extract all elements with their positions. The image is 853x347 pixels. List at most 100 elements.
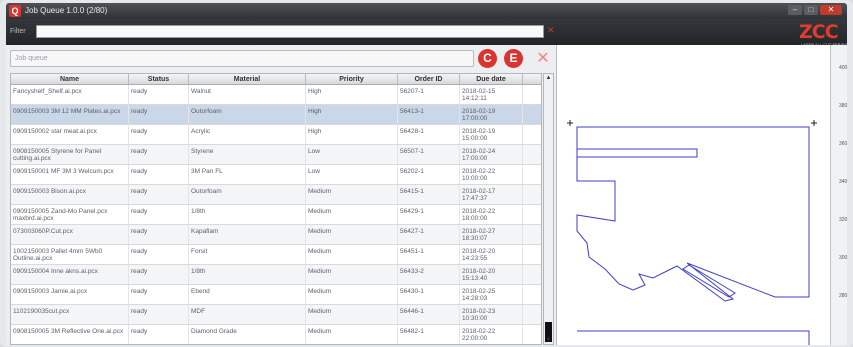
job-search-input[interactable]: Job queue (10, 50, 474, 67)
cell-order: 56446-1 (398, 305, 460, 324)
cell-name: 0909150004 Inne akns.ai.pcx (11, 265, 129, 284)
cell-order: 56202-1 (398, 165, 460, 184)
cell-priority: Medium (306, 245, 398, 264)
cell-name: 0909150002 star meat.ai.pcx (11, 125, 129, 144)
cut-path-preview (567, 120, 817, 345)
table-row[interactable]: 1002150003 Pallet 4mm 5Wb0 Outline.ai.pc… (11, 245, 541, 265)
filter-input[interactable] (36, 25, 544, 38)
slot-shape (576, 148, 698, 158)
table-row[interactable]: 0909150003 Jamie.ai.pcx ready Ebend Medium 5… (11, 285, 541, 305)
cell-material: MDF (189, 305, 306, 324)
table-scrollbar[interactable]: ▲ ▼ (543, 73, 554, 345)
close-button[interactable]: ✕ (820, 5, 842, 15)
minimize-button[interactable]: – (788, 5, 802, 15)
c-action-button[interactable]: C (478, 49, 497, 68)
cell-order: 56451-1 (398, 245, 460, 264)
app-window: Q Job Queue 1.0.0 (2/80) – □ ✕ Filter ✕ … (0, 0, 853, 347)
cell-priority: Medium (306, 205, 398, 224)
e-action-button[interactable]: E (504, 49, 523, 68)
cell-priority: Low (306, 165, 398, 184)
cell-status: ready (129, 185, 189, 204)
cell-material: Ebend (189, 285, 306, 304)
table-row[interactable]: 0908150005 3M Reflective One.ai.pcx ready… (11, 325, 541, 344)
job-list-panel: Job queue C E ✕ Name Status Material Pri… (6, 45, 556, 345)
cell-status: ready (129, 205, 189, 224)
cell-status: ready (129, 85, 189, 104)
cell-priority: Medium (306, 325, 398, 344)
cell-status: ready (129, 225, 189, 244)
cell-due: 2018-02-19 17:00:00 (460, 105, 523, 124)
column-header-name[interactable]: Name (11, 74, 129, 84)
cell-priority: High (306, 105, 398, 124)
ruler-label: 360 (839, 141, 848, 147)
filter-toolbar: Filter ✕ ZCC LASER ALL CUT SERIES (6, 19, 847, 47)
table-row[interactable]: 0909150002 star meat.ai.pcx ready Acrylic H… (11, 125, 541, 145)
cell-material: 1/8th (189, 265, 306, 284)
cell-order: 56415-1 (398, 185, 460, 204)
cell-due: 2018-02-20 14:23:55 (460, 245, 523, 264)
table-row[interactable]: Fancyshelf_Shelf.ai.pcx ready Walnut High 56… (11, 85, 541, 105)
cell-due: 2018-02-19 15:00:00 (460, 125, 523, 144)
column-header-material[interactable]: Material (189, 74, 306, 84)
column-header-order-id[interactable]: Order ID (398, 74, 460, 84)
maximize-button[interactable]: □ (804, 5, 818, 15)
job-table: Name Status Material Priority Order ID D… (10, 73, 542, 345)
ruler-label: 340 (839, 179, 848, 185)
cell-status: ready (129, 145, 189, 164)
cell-material: 3M Pan FL (189, 165, 306, 184)
cell-due: 2018-02-22 18:00:00 (460, 205, 523, 224)
cut-preview-panel: 400 380 360 340 320 300 280 (556, 45, 847, 345)
table-row[interactable]: 0909150003 3M 12 MM Plates.ai.pcx ready Ou… (11, 105, 541, 125)
cell-due: 2018-02-22 22:00:00 (460, 325, 523, 344)
cell-priority: Medium (306, 285, 398, 304)
cell-due: 2018-02-17 17:47:37 (460, 185, 523, 204)
table-row[interactable]: 073003060P.Cut.pcx ready Kapaflam Medium 564… (11, 225, 541, 245)
crosshair-left (567, 120, 573, 126)
cell-material: Acrylic (189, 125, 306, 144)
crosshair-right (811, 120, 817, 126)
cell-name: 1102190035cut.pcx (11, 305, 129, 324)
cell-priority: High (306, 125, 398, 144)
cell-status: ready (129, 105, 189, 124)
cell-due: 2018-02-15 14:12:11 (460, 85, 523, 104)
logo-text: ZCC (799, 21, 839, 43)
cell-due: 2018-02-27 18:30:07 (460, 225, 523, 244)
table-row[interactable]: 0908150005 Styrene for Panel cutting.ai.… (11, 145, 541, 165)
cell-name: 0908150005 Styrene for Panel cutting.ai.… (11, 145, 129, 164)
cell-material: Walnut (189, 85, 306, 104)
cell-name: Fancyshelf_Shelf.ai.pcx (11, 85, 129, 104)
cell-name: 1002150003 Pallet 4mm 5Wb0 Outline.ai.pc… (11, 245, 129, 264)
app-logo-icon: Q (9, 5, 21, 17)
cell-name: 0909150003 Bison.ai.pcx (11, 185, 129, 204)
ruler-label: 320 (839, 217, 848, 223)
cell-priority: High (306, 85, 398, 104)
table-row[interactable]: 0909150004 Inne akns.ai.pcx ready 1/8th Med… (11, 265, 541, 285)
cell-material: Kapaflam (189, 225, 306, 244)
cell-order: 56427-1 (398, 225, 460, 244)
table-row[interactable]: 0909150001 MF 3M 3 Welcum.pcx ready 3M Pan… (11, 165, 541, 185)
scroll-down-arrow-icon[interactable]: ▼ (544, 336, 553, 344)
vertical-ruler: 400 380 360 340 320 300 280 (830, 45, 847, 345)
cell-status: ready (129, 125, 189, 144)
cell-status: ready (129, 265, 189, 284)
cell-priority: Medium (306, 185, 398, 204)
table-row[interactable]: 0909150005 Zand-Mo Panel.pcx maxbrd.ai.p… (11, 205, 541, 225)
cell-material: Outorfoam (189, 105, 306, 124)
cell-priority: Medium (306, 225, 398, 244)
column-header-due-date[interactable]: Due date (460, 74, 523, 84)
cell-due: 2018-02-20 15:13:40 (460, 265, 523, 284)
column-header-priority[interactable]: Priority (306, 74, 398, 84)
table-row[interactable]: 0909150003 Bison.ai.pcx ready Outorfoam Med… (11, 185, 541, 205)
filter-label: Filter (10, 28, 26, 35)
window-title: Job Queue 1.0.0 (2/80) (25, 6, 108, 15)
column-header-status[interactable]: Status (129, 74, 189, 84)
table-row[interactable]: 1102190035cut.pcx ready MDF Medium 56446-1 20… (11, 305, 541, 325)
delete-job-icon[interactable]: ✕ (535, 49, 551, 68)
table-body: Fancyshelf_Shelf.ai.pcx ready Walnut High 56… (11, 85, 541, 344)
cell-name: 0908150005 3M Reflective One.ai.pcx (11, 325, 129, 344)
title-bar: Q Job Queue 1.0.0 (2/80) – □ ✕ (6, 3, 847, 19)
scroll-up-arrow-icon[interactable]: ▲ (544, 74, 553, 82)
clear-filter-icon[interactable]: ✕ (547, 25, 555, 36)
cell-order: 56482-1 (398, 325, 460, 344)
bottom-panel-outline (577, 330, 810, 345)
